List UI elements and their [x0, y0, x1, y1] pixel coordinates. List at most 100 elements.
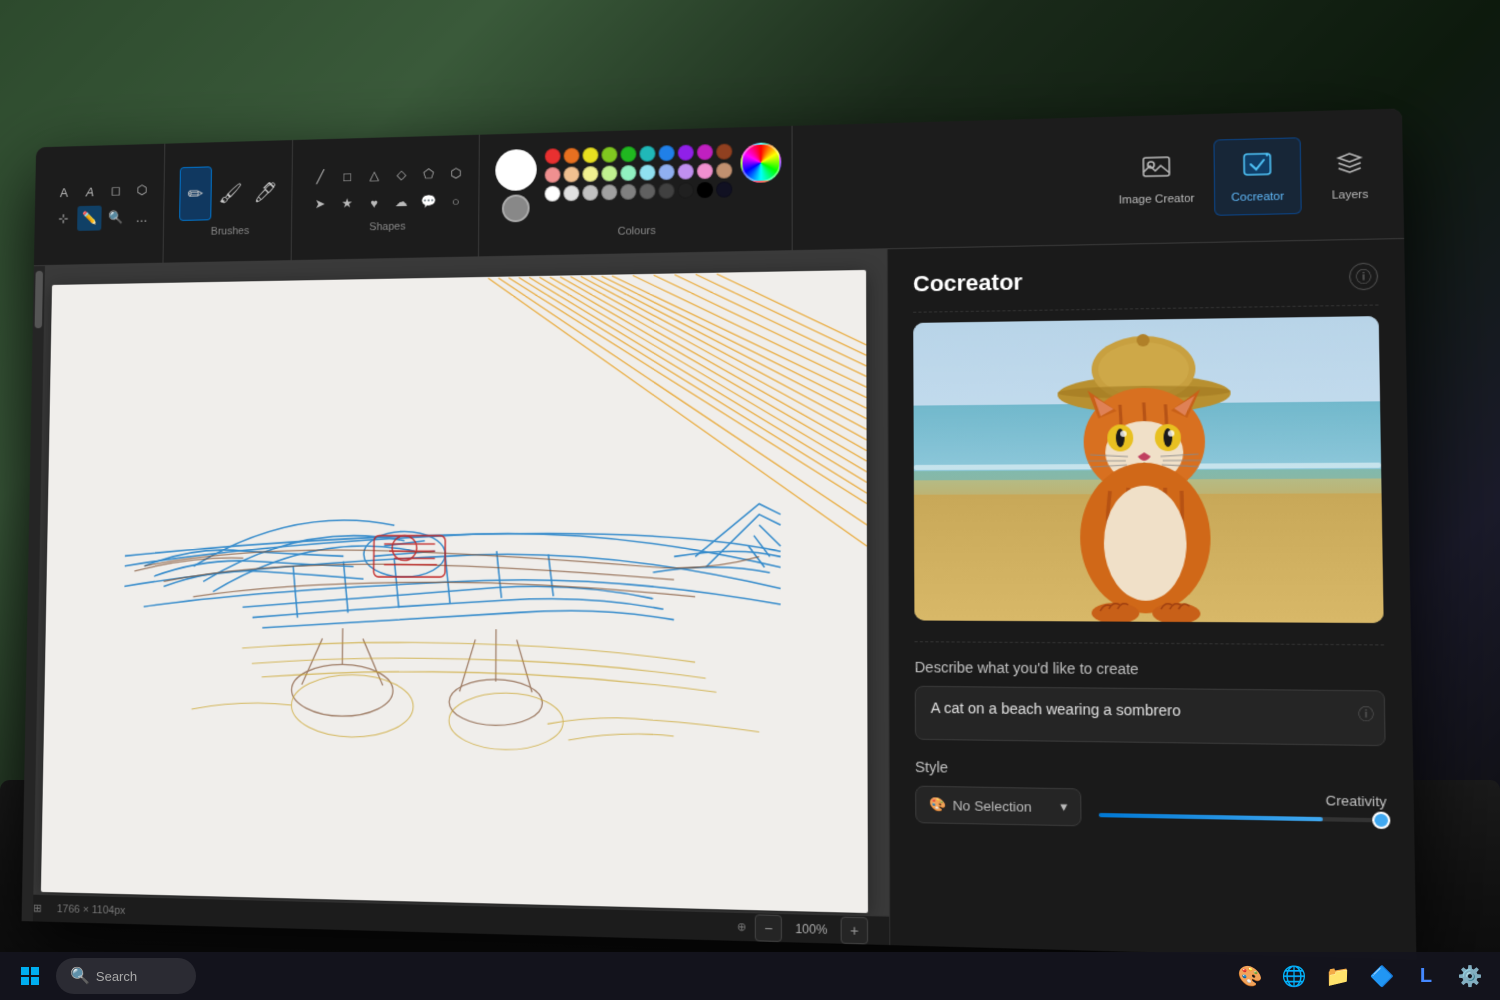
describe-input-wrapper: A cat on a beach wearing a sombrero ⓘ [915, 686, 1386, 746]
color-cyan-light[interactable] [639, 164, 655, 180]
tool-fill[interactable]: ⬡ [130, 177, 155, 203]
color-gray2[interactable] [582, 185, 598, 201]
input-info-icon[interactable]: ⓘ [1358, 703, 1374, 725]
brush-paint[interactable]: 🖌 [214, 165, 247, 220]
main-content: ⊞ 1766 × 1104px ⊕ − 100% + Cocreator [22, 239, 1417, 960]
shape-circle[interactable]: ○ [443, 188, 469, 214]
shape-cloud[interactable]: ☁ [388, 189, 413, 215]
color-gray7[interactable] [678, 182, 694, 198]
creativity-slider[interactable] [1099, 813, 1387, 823]
color-gray6[interactable] [658, 183, 674, 199]
color-orange[interactable] [564, 148, 580, 164]
color-tan[interactable] [716, 162, 732, 178]
color-purple[interactable] [678, 145, 694, 161]
color-gray4[interactable] [620, 184, 636, 200]
color-red[interactable] [545, 148, 561, 164]
style-creativity-row: 🎨 No Selection ▾ Creativity [915, 786, 1387, 833]
creativity-slider-fill [1099, 813, 1323, 821]
color-blue-light[interactable] [658, 164, 674, 180]
taskbar-search[interactable]: 🔍 Search [56, 958, 196, 994]
image-creator-btn[interactable]: Image Creator [1103, 141, 1210, 218]
color-green-light[interactable] [601, 165, 617, 181]
color-pink-light[interactable] [545, 167, 561, 183]
cocreator-label: Cocreator [1231, 191, 1284, 205]
color-yellow-light[interactable] [582, 166, 598, 182]
style-dropdown[interactable]: 🎨 No Selection ▾ [915, 786, 1081, 827]
layers-label: Layers [1332, 189, 1369, 202]
style-palette-icon: 🎨 [929, 796, 946, 813]
brushes-display: ✏ 🖌 🖊 [179, 164, 282, 221]
tool-search-zoom[interactable]: 🔍 [103, 205, 128, 230]
color-mint[interactable] [620, 165, 636, 181]
secondary-color-swatch[interactable] [502, 194, 530, 222]
shape-triangle[interactable]: △ [362, 163, 387, 189]
dropdown-chevron-icon: ▾ [1060, 799, 1067, 816]
layers-btn[interactable]: Layers [1305, 136, 1395, 213]
brush-calligraphy[interactable]: 🖊 [249, 164, 282, 219]
cat-svg [1025, 328, 1267, 622]
primary-color-swatch[interactable] [495, 149, 537, 191]
cocreator-btn[interactable]: Cocreator [1213, 137, 1301, 216]
canvas-container[interactable]: ⊞ 1766 × 1104px ⊕ − 100% + [22, 249, 890, 945]
tool-text[interactable]: A [78, 179, 103, 204]
shape-arrow[interactable]: ➤ [307, 191, 332, 217]
shape-heart[interactable]: ♥ [361, 190, 386, 216]
color-rainbow-picker[interactable] [740, 142, 781, 183]
tool-eraser[interactable]: ◻ [104, 178, 129, 203]
tool-more[interactable]: … [129, 204, 154, 229]
color-black[interactable] [697, 182, 713, 198]
shape-pentagon[interactable]: ⬠ [416, 161, 442, 187]
color-green[interactable] [620, 146, 636, 162]
taskbar-app6-icon[interactable]: ⚙️ [1450, 956, 1490, 996]
shape-star[interactable]: ★ [334, 191, 359, 217]
app-window: A A ◻ ⬡ ⊹ ✏️ 🔍 … ✏ 🖌 🖊 [22, 108, 1417, 959]
color-near-black[interactable] [716, 181, 732, 197]
color-yellow[interactable] [582, 147, 598, 163]
shape-hexagon[interactable]: ⬡ [443, 160, 469, 186]
app-perspective-container: A A ◻ ⬡ ⊹ ✏️ 🔍 … ✏ 🖌 🖊 [21, 102, 1500, 987]
shape-callout[interactable]: 💬 [416, 189, 442, 215]
brush-pencil[interactable]: ✏ [179, 166, 212, 221]
cocreator-header: Cocreator ⓘ [888, 239, 1405, 312]
tool-pencil[interactable]: ✏️ [77, 206, 102, 231]
color-white[interactable] [545, 186, 561, 202]
tool-select[interactable]: A [52, 180, 77, 205]
taskbar-app4-icon[interactable]: 🔷 [1362, 956, 1402, 996]
color-lavender[interactable] [678, 163, 694, 179]
taskbar-paint-icon[interactable]: 🎨 [1230, 956, 1270, 996]
color-rose[interactable] [697, 163, 713, 179]
zoom-out-btn[interactable]: − [755, 914, 782, 942]
zoom-in-btn[interactable]: + [841, 916, 868, 944]
color-brown[interactable] [716, 143, 732, 159]
colors-label: Colours [618, 225, 656, 238]
misc-icons-grid: A A ◻ ⬡ ⊹ ✏️ 🔍 … [51, 177, 154, 231]
tool-group-brushes: ✏ 🖌 🖊 Brushes [169, 140, 293, 263]
style-label: Style [915, 758, 1386, 782]
color-gray3[interactable] [601, 184, 617, 200]
drawing-canvas[interactable] [41, 270, 868, 913]
drawing-svg [41, 270, 868, 913]
taskbar-app2-icon[interactable]: 🌐 [1274, 956, 1314, 996]
color-palette [495, 142, 781, 222]
color-lime[interactable] [601, 147, 617, 163]
cocreator-info-btn[interactable]: ⓘ [1349, 263, 1378, 291]
tool-crop[interactable]: ⊹ [51, 206, 76, 231]
color-blue[interactable] [659, 145, 675, 161]
color-teal[interactable] [639, 146, 655, 162]
cat-scene-bg [913, 316, 1383, 623]
palette-grid [545, 143, 733, 201]
taskbar-app3-icon[interactable]: 📁 [1318, 956, 1358, 996]
color-magenta[interactable] [697, 144, 713, 160]
canvas-size: 1766 × 1104px [57, 903, 126, 917]
shape-line[interactable]: ╱ [308, 164, 333, 190]
describe-input[interactable]: A cat on a beach wearing a sombrero [915, 686, 1386, 746]
cocreator-title: Cocreator [913, 269, 1023, 297]
color-gray1[interactable] [563, 185, 579, 201]
windows-start-btn[interactable] [10, 956, 50, 996]
creativity-slider-thumb[interactable] [1372, 812, 1390, 830]
color-peach[interactable] [563, 166, 579, 182]
taskbar-app5-icon[interactable]: L [1406, 956, 1446, 996]
color-gray5[interactable] [639, 183, 655, 199]
shape-diamond[interactable]: ◇ [389, 162, 414, 188]
shape-rect[interactable]: □ [335, 163, 360, 189]
